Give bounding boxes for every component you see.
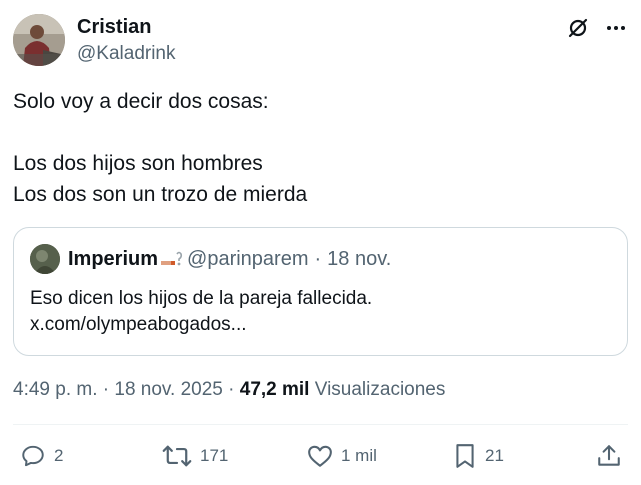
meta-separator: · (228, 379, 235, 400)
quote-link[interactable]: x.com/olympeabogados... (30, 312, 372, 338)
bookmark-count: 21 (485, 446, 504, 465)
quote-author-name: Imperium (68, 248, 159, 270)
tweet-text: Solo voy a decir dos cosas: Los dos hijo… (13, 86, 623, 210)
quote-emoji-icon (161, 250, 183, 268)
grok-icon[interactable] (565, 15, 591, 41)
reply-button[interactable]: 2 (20, 440, 63, 472)
tweet-time[interactable]: 4:49 p. m. (13, 379, 98, 400)
retweet-count: 171 (200, 446, 229, 465)
views-label: Visualizaciones (314, 379, 446, 400)
more-icon[interactable] (603, 15, 629, 41)
share-icon (596, 443, 622, 469)
author-handle[interactable]: @Kaladrink (77, 42, 176, 66)
reply-count: 2 (54, 446, 64, 465)
quote-avatar (30, 244, 60, 274)
quoted-tweet[interactable]: Imperium @parinparem · 18 nov. Eso dicen… (13, 227, 628, 356)
action-bar: 2 171 1 mil 21 (0, 440, 641, 472)
bookmark-icon (453, 443, 477, 469)
tweet-line: Los dos son un trozo de mierda (13, 183, 308, 206)
reply-icon (20, 443, 46, 469)
tweet-date[interactable]: 18 nov. 2025 (114, 379, 222, 400)
quote-author-handle: @parinparem (187, 248, 309, 270)
bookmark-button[interactable]: 21 (453, 440, 504, 472)
like-button[interactable]: 1 mil (307, 440, 377, 472)
tweet-line: Los dos hijos son hombres (13, 152, 263, 175)
tweet-line (13, 117, 623, 148)
quote-date: 18 nov. (327, 248, 392, 270)
like-count: 1 mil (341, 446, 377, 465)
tweet-line: Solo voy a decir dos cosas: (13, 90, 269, 113)
divider (13, 424, 628, 425)
quote-text-line: Eso dicen los hijos de la pareja falleci… (30, 288, 373, 309)
tweet-meta: 4:49 p. m. · 18 nov. 2025 · 47,2 mil Vis… (13, 378, 445, 402)
quote-text: Eso dicen los hijos de la pareja falleci… (30, 286, 372, 338)
quote-separator: · (314, 248, 322, 270)
quote-header: Imperium @parinparem · 18 nov. (68, 247, 391, 271)
author-avatar[interactable] (13, 14, 65, 66)
share-button[interactable] (596, 440, 622, 472)
author-name[interactable]: Cristian (77, 15, 151, 39)
tweet-card: Cristian @Kaladrink Solo voy a decir dos… (0, 0, 641, 485)
views-count[interactable]: 47,2 mil (240, 379, 310, 400)
meta-separator: · (102, 379, 110, 400)
retweet-icon (162, 443, 192, 469)
heart-icon (307, 444, 333, 468)
retweet-button[interactable]: 171 (162, 440, 228, 472)
